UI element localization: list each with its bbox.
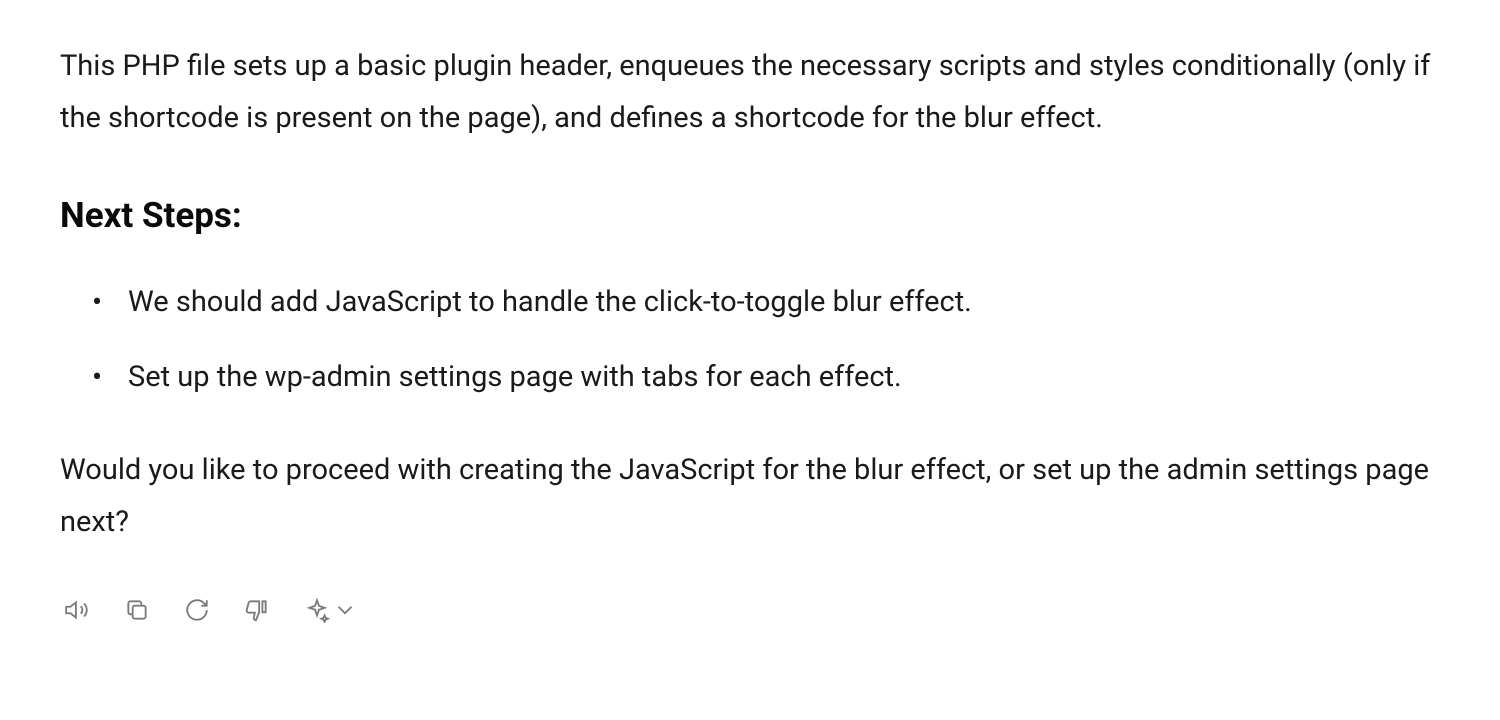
refresh-icon bbox=[184, 597, 210, 626]
speaker-icon bbox=[64, 597, 90, 626]
speaker-button[interactable] bbox=[60, 593, 94, 630]
list-item: We should add JavaScript to handle the c… bbox=[92, 279, 1440, 325]
next-steps-list: We should add JavaScript to handle the c… bbox=[60, 279, 1440, 400]
message-toolbar bbox=[60, 593, 1440, 630]
refresh-button[interactable] bbox=[180, 593, 214, 630]
next-steps-heading: Next Steps: bbox=[60, 184, 1440, 247]
copy-icon bbox=[124, 597, 150, 626]
list-item: Set up the wp-admin settings page with t… bbox=[92, 354, 1440, 400]
copy-button[interactable] bbox=[120, 593, 154, 630]
thumbs-down-icon bbox=[244, 597, 270, 626]
closing-question: Would you like to proceed with creating … bbox=[60, 444, 1440, 548]
chevron-down-icon bbox=[332, 597, 358, 626]
thumbs-down-button[interactable] bbox=[240, 593, 274, 630]
sparkle-button[interactable] bbox=[300, 593, 362, 630]
intro-paragraph: This PHP file sets up a basic plugin hea… bbox=[60, 40, 1440, 144]
sparkle-icon bbox=[304, 597, 330, 626]
